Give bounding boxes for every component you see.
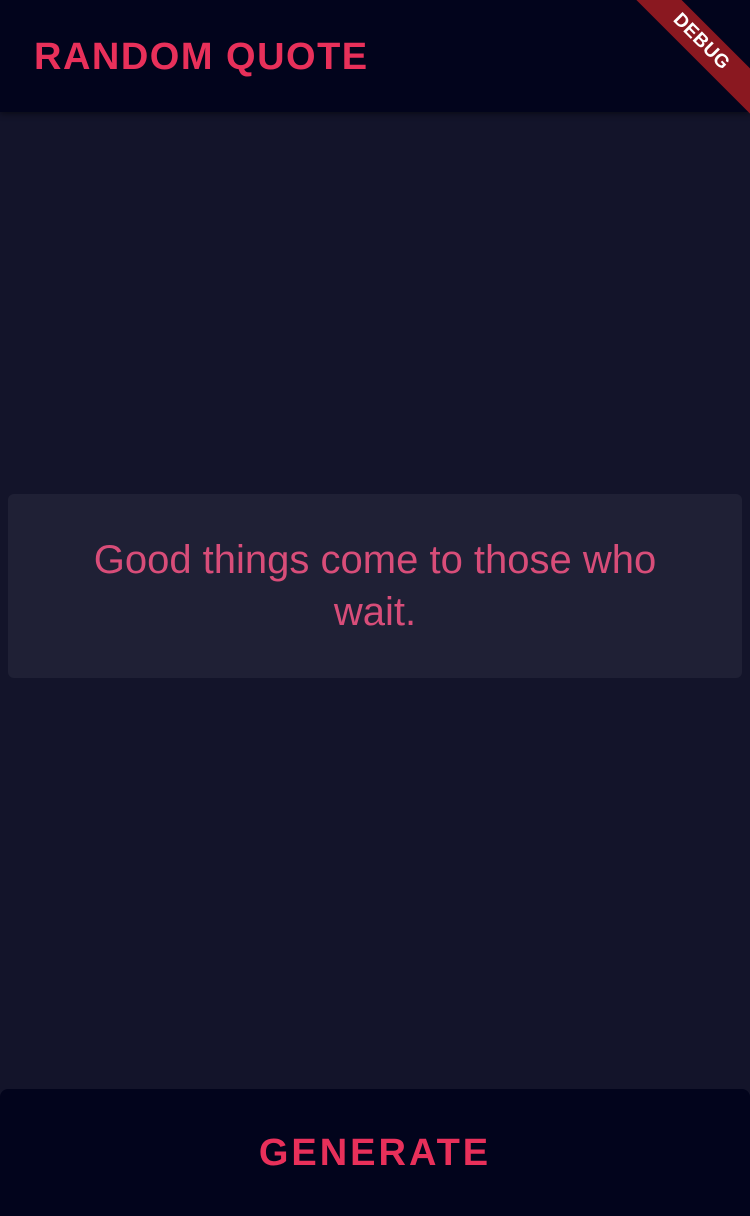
quote-text: Good things come to those who wait.	[93, 538, 657, 634]
generate-button-label: GENERATE	[258, 1131, 492, 1174]
app-title: RANDOM QUOTE	[34, 36, 369, 78]
app-screen: RANDOM QUOTE DEBUG Good things come to t…	[0, 0, 750, 1216]
app-bar: RANDOM QUOTE	[0, 0, 750, 112]
quote-card: Good things come to those who wait.	[8, 494, 742, 678]
generate-button[interactable]: GENERATE	[0, 1089, 750, 1216]
